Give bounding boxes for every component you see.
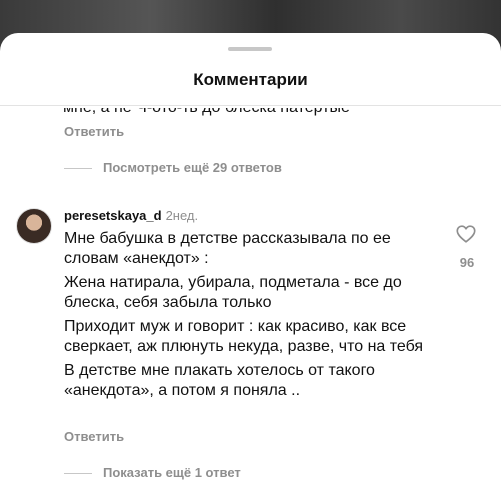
- thread-line: [64, 473, 92, 474]
- comments-sheet: Комментарии мне, а не Ч-ото-ть до блеска…: [0, 33, 501, 500]
- username[interactable]: peresetskaya_d: [64, 208, 162, 223]
- reply-button[interactable]: Ответить: [64, 429, 124, 444]
- show-more-replies-button[interactable]: Показать ещё 1 ответ: [103, 465, 241, 480]
- comment-paragraph: В детстве мне плакать хотелось от такого…: [64, 362, 375, 399]
- sheet-title: Комментарии: [193, 70, 308, 89]
- sheet-grabber[interactable]: [228, 47, 272, 51]
- comment-time: 2нед.: [165, 208, 199, 223]
- comment-text: Мне бабушка в детстве рассказывала по ее…: [64, 229, 444, 405]
- previous-reply-button[interactable]: Ответить: [64, 124, 124, 139]
- heart-outline-icon[interactable]: [455, 223, 477, 245]
- comment-meta: peresetskaya_d 2нед.: [64, 208, 198, 223]
- comment-paragraph: Приходит муж и говорит : как красиво, ка…: [64, 318, 424, 355]
- view-more-replies-button[interactable]: Посмотреть ещё 29 ответов: [103, 160, 282, 175]
- previous-comment-text: мне, а не Ч-ото-ть до блеска натертые: [63, 99, 350, 116]
- thread-line: [64, 168, 92, 169]
- comment-paragraph: Мне бабушка в детстве рассказывала по ее…: [64, 230, 391, 267]
- like-count: 96: [459, 255, 475, 270]
- comment-paragraph: Жена натирала, убирала, подметала - все …: [64, 274, 402, 311]
- header-divider: [0, 105, 501, 106]
- avatar[interactable]: [16, 208, 52, 244]
